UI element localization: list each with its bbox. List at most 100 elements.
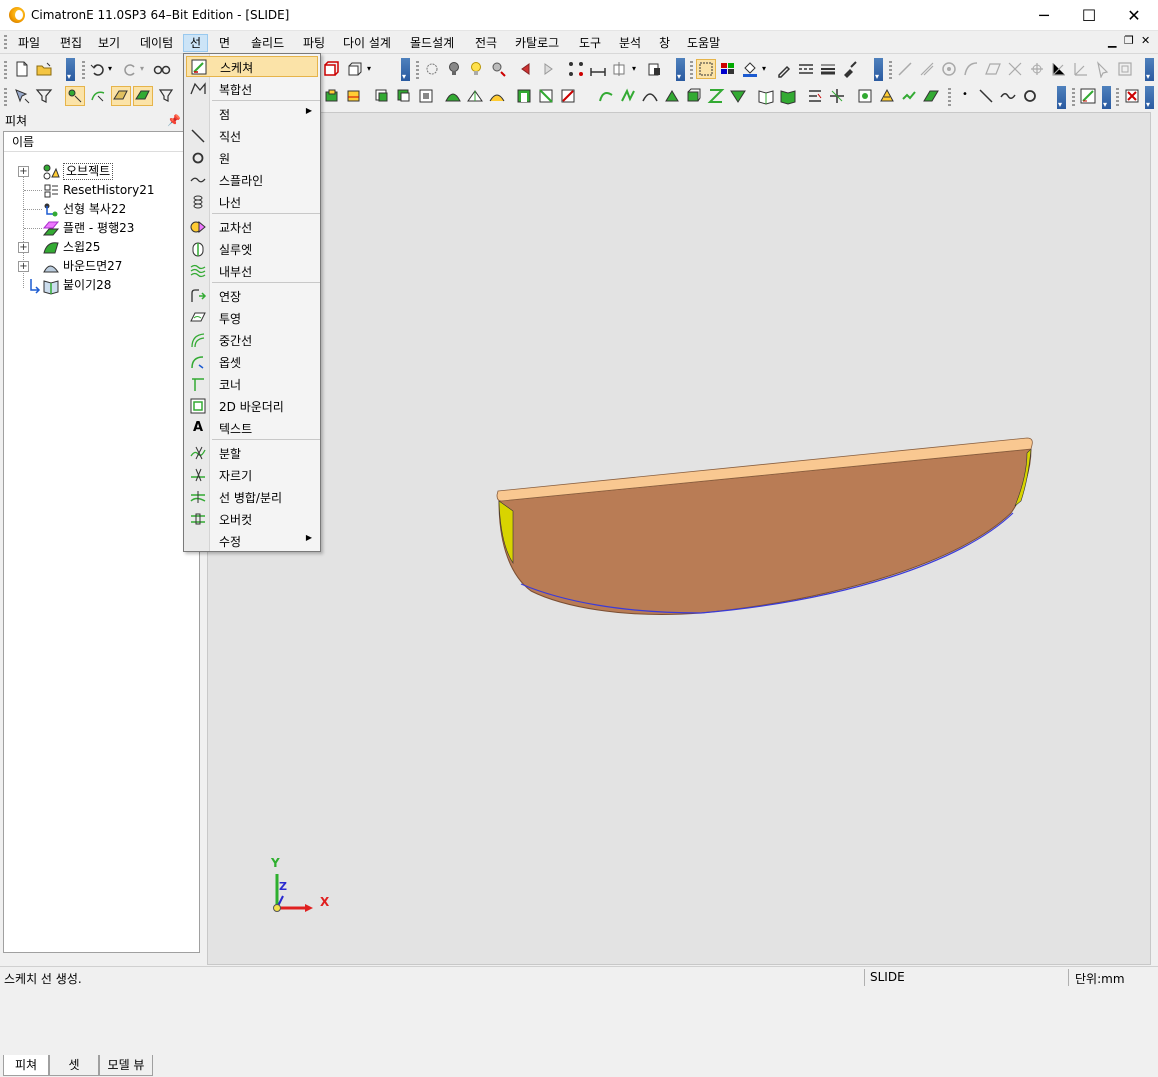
menu-item-sketcher[interactable]: 스케쳐: [186, 56, 318, 77]
toolbar-overflow-button[interactable]: [1145, 58, 1154, 81]
analysis-tool-2-icon[interactable]: [878, 87, 896, 105]
curve-tool-6-icon[interactable]: [707, 87, 725, 105]
previous-view-icon[interactable]: [517, 60, 535, 78]
funnel-filter-icon[interactable]: [35, 87, 53, 105]
wire-line-2-icon[interactable]: [918, 60, 936, 78]
toolbar-grip[interactable]: [82, 61, 85, 79]
toolbar-overflow-button[interactable]: [1145, 86, 1154, 109]
solid-tool-1-icon[interactable]: [323, 87, 341, 105]
surface-tool-3-icon[interactable]: [488, 87, 506, 105]
menu-item-offset[interactable]: 옵셋: [186, 351, 318, 372]
wire-axis-icon[interactable]: [1072, 60, 1090, 78]
measure-icon[interactable]: [589, 60, 607, 78]
sketcher-tool-icon[interactable]: [1079, 87, 1097, 105]
tab-sets[interactable]: 셋: [49, 1055, 99, 1076]
menu-item-split[interactable]: 분할: [186, 442, 318, 463]
menu-parting[interactable]: 파팅: [297, 34, 331, 52]
spline-tool-icon[interactable]: [999, 87, 1017, 105]
menu-item-2d-boundary[interactable]: 2D 바운더리: [186, 395, 318, 416]
tree-item-sweep[interactable]: + 스윕25: [4, 238, 184, 257]
shell-tool-3-icon[interactable]: [559, 87, 577, 105]
menu-item-middle-curve[interactable]: 중간선: [186, 329, 318, 350]
line-width-icon[interactable]: [819, 60, 837, 78]
toolbar-overflow-button[interactable]: [1102, 86, 1111, 109]
expand-icon[interactable]: +: [18, 242, 29, 253]
curve-tool-3-icon[interactable]: [641, 87, 659, 105]
wire-cross-icon[interactable]: [1006, 60, 1024, 78]
light-bulb-on-icon[interactable]: [467, 60, 485, 78]
render-settings-icon[interactable]: [423, 60, 441, 78]
color-grid-icon[interactable]: [719, 60, 737, 78]
menubar-grip[interactable]: [4, 35, 7, 51]
wire-pointer-icon[interactable]: [1094, 60, 1112, 78]
shell-tool-2-icon[interactable]: [537, 87, 555, 105]
3d-viewport[interactable]: Y Z X: [207, 112, 1151, 965]
toolbar-grip[interactable]: [416, 61, 419, 79]
menu-item-line[interactable]: 직선: [186, 125, 318, 146]
tree-column-header[interactable]: 이름: [4, 132, 199, 152]
brush-icon[interactable]: [841, 60, 859, 78]
toolbar-overflow-button[interactable]: [66, 58, 75, 81]
menu-item-intersection-curve[interactable]: 교차선: [186, 216, 318, 237]
menu-analysis[interactable]: 분석: [613, 34, 647, 52]
menu-curve[interactable]: 선: [183, 34, 209, 52]
toolbar-overflow-button[interactable]: [401, 58, 410, 81]
menu-edit[interactable]: 편집: [54, 34, 88, 52]
line-tool-icon[interactable]: [977, 87, 995, 105]
toolbar-grip[interactable]: [1072, 88, 1075, 106]
paint-dropdown-icon[interactable]: ▾: [762, 64, 766, 73]
menu-item-internal-curve[interactable]: 내부선: [186, 260, 318, 281]
tree-item-linear-copy[interactable]: 선형 복사22: [4, 200, 184, 219]
menu-item-composite-curve[interactable]: 복합선: [186, 78, 318, 99]
analysis-tool-4-icon[interactable]: [922, 87, 940, 105]
select-filter-icon[interactable]: [13, 87, 31, 105]
circle-tool-icon[interactable]: [1021, 87, 1039, 105]
menu-datum[interactable]: 데이텀: [134, 34, 179, 52]
wire-line-icon[interactable]: [896, 60, 914, 78]
menu-tools[interactable]: 도구: [573, 34, 607, 52]
face-tool-3-icon[interactable]: [417, 87, 435, 105]
menu-item-corner[interactable]: 코너: [186, 373, 318, 394]
redo-icon[interactable]: [121, 60, 139, 78]
menu-mold-design[interactable]: 몰드설계: [404, 34, 460, 52]
light-bulb-icon[interactable]: [445, 60, 463, 78]
undo-dropdown-icon[interactable]: ▾: [108, 64, 112, 73]
pick-shape-icon[interactable]: [65, 86, 85, 106]
undo-icon[interactable]: [89, 60, 107, 78]
menu-catalog[interactable]: 카탈로그: [509, 34, 565, 52]
toolbar-grip[interactable]: [4, 88, 7, 106]
tree-item-plane-parallel[interactable]: 플랜 - 평행23: [4, 219, 184, 238]
menu-item-circle[interactable]: 원: [186, 147, 318, 168]
menu-item-overcut[interactable]: 오버컷: [186, 508, 318, 529]
menu-item-spline[interactable]: 스플라인: [186, 169, 318, 190]
wire-arc-icon[interactable]: [962, 60, 980, 78]
minimize-button[interactable]: ─: [1021, 0, 1067, 31]
menu-view[interactable]: 보기: [92, 34, 126, 52]
menu-item-extend[interactable]: 연장: [186, 285, 318, 306]
line-style-icon[interactable]: [797, 60, 815, 78]
toolbar-overflow-button[interactable]: [676, 58, 685, 81]
menu-item-trim[interactable]: 자르기: [186, 464, 318, 485]
tree-item-reset-history[interactable]: ResetHistory21: [4, 181, 184, 200]
menu-item-project[interactable]: 투영: [186, 307, 318, 328]
expand-icon[interactable]: +: [18, 166, 29, 177]
wire-plane-icon[interactable]: [984, 60, 1002, 78]
curve-tool-5-icon[interactable]: [685, 87, 703, 105]
solid-tool-2-icon[interactable]: [345, 87, 363, 105]
menu-electrode[interactable]: 전극: [469, 34, 503, 52]
pin-icon[interactable]: 📌: [167, 112, 181, 130]
tab-features[interactable]: 피쳐: [3, 1055, 49, 1076]
mdi-minimize-icon[interactable]: ▁: [1108, 35, 1116, 48]
selection-filter-icon[interactable]: [696, 59, 716, 79]
toolbar-overflow-button[interactable]: [1057, 86, 1066, 109]
wire-angle-icon[interactable]: [1050, 60, 1068, 78]
wire-circle-icon[interactable]: [940, 60, 958, 78]
menu-window[interactable]: 창: [653, 34, 676, 52]
shell-tool-1-icon[interactable]: [515, 87, 533, 105]
menu-die-design[interactable]: 다이 설계: [337, 34, 397, 52]
draft-tool-2-icon[interactable]: [828, 87, 846, 105]
curve-tool-7-icon[interactable]: [729, 87, 747, 105]
toolbar-grip[interactable]: [948, 88, 951, 106]
curve-tool-1-icon[interactable]: [597, 87, 615, 105]
toolbar-grip[interactable]: [690, 61, 693, 79]
